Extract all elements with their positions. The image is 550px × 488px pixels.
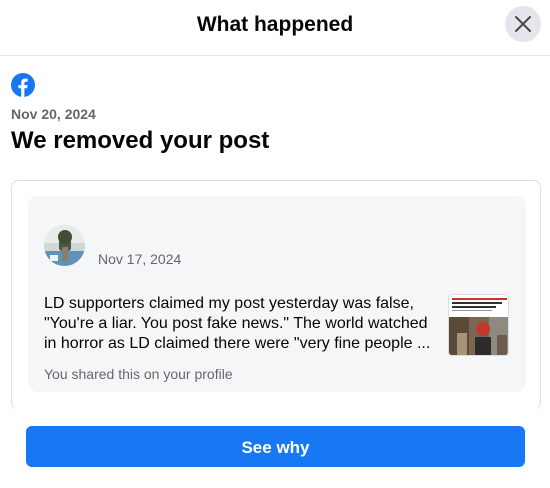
article-thumbnail[interactable] — [448, 294, 509, 356]
removed-post-card: Nov 17, 2024 LD supporters claimed my po… — [11, 180, 541, 410]
see-why-label: See why — [241, 437, 310, 457]
post-date: Nov 17, 2024 — [98, 251, 182, 267]
notice-title: We removed your post — [11, 127, 270, 154]
dialog-title: What happened — [196, 13, 354, 36]
notice-date: Nov 20, 2024 — [11, 106, 96, 122]
post-preview[interactable]: Nov 17, 2024 LD supporters claimed my po… — [28, 196, 526, 392]
profile-avatar — [44, 225, 85, 266]
see-why-button[interactable]: See why — [26, 426, 525, 467]
close-button[interactable] — [505, 6, 541, 42]
facebook-logo-icon — [11, 73, 35, 97]
post-shared-info: You shared this on your profile — [44, 366, 233, 382]
dialog-header: What happened — [0, 0, 550, 56]
post-text: LD supporters claimed my post yesterday … — [44, 295, 431, 352]
close-icon — [515, 16, 531, 32]
